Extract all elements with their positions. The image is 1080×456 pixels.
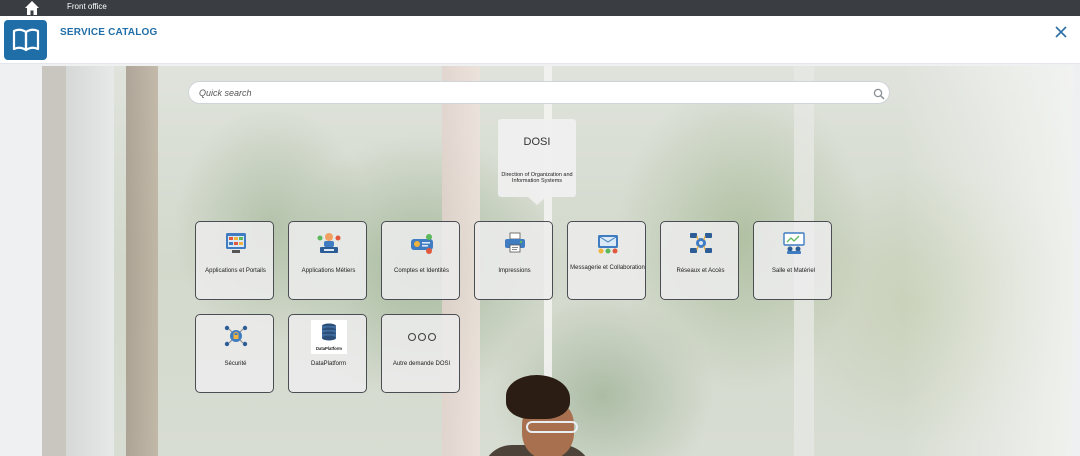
top-bar: Front office (0, 0, 1080, 16)
messaging-collaboration-icon (595, 230, 621, 256)
tile-salle-materiel[interactable]: Salle et Matériel (753, 221, 832, 300)
tile-label: Salle et Matériel (771, 268, 816, 274)
tile-applications-metiers[interactable]: Applications Métiers (288, 221, 367, 300)
tile-reseaux-acces[interactable]: Réseaux et Accès (660, 221, 739, 300)
dosi-card[interactable]: DOSI Direction of Organization and Infor… (498, 119, 576, 205)
tile-label: Autre demande DOSI (392, 361, 451, 367)
tile-label: Réseaux et Accès (676, 268, 725, 274)
search-input[interactable] (199, 85, 859, 101)
search-icon[interactable] (873, 87, 885, 100)
page-header: SERVICE CATALOG (0, 16, 1080, 64)
security-icon (223, 323, 249, 349)
page-title: SERVICE CATALOG (60, 27, 158, 38)
home-icon[interactable] (24, 0, 40, 16)
applications-portals-icon (223, 230, 249, 256)
tile-label: Applications Métiers (301, 268, 356, 274)
tile-label: Sécurité (224, 361, 247, 367)
accounts-identities-icon (409, 230, 435, 256)
dosi-name: DOSI (523, 136, 551, 148)
business-applications-icon (316, 230, 342, 256)
tile-dataplatform[interactable]: DataPlatform DataPlatform (288, 314, 367, 393)
tile-comptes-identites[interactable]: Comptes et Identités (381, 221, 460, 300)
front-office-link[interactable]: Front office (67, 2, 107, 11)
tile-autre-demande-dosi[interactable]: Autre demande DOSI (381, 314, 460, 393)
quick-search[interactable] (188, 81, 890, 104)
close-icon[interactable] (1053, 24, 1069, 40)
printer-icon (502, 230, 528, 256)
dataplatform-logo-text: DataPlatform (316, 346, 342, 351)
dosi-description: Direction of Organization and Informatio… (501, 172, 573, 184)
tile-messagerie-collaboration[interactable]: Messagerie et Collaboration (567, 221, 646, 300)
room-equipment-icon (781, 230, 807, 256)
network-access-icon (688, 230, 714, 256)
person-photo (462, 373, 592, 456)
tile-applications-portails[interactable]: Applications et Portails (195, 221, 274, 300)
dosi-pointer (528, 197, 546, 205)
dataplatform-icon: DataPlatform (311, 320, 347, 354)
tile-label: DataPlatform (310, 361, 346, 367)
tile-label: Messagerie et Collaboration (570, 265, 645, 271)
tile-label: Applications et Portails (205, 268, 266, 274)
tile-label: Impressions (498, 268, 531, 274)
tile-impressions[interactable]: Impressions (474, 221, 553, 300)
open-book-icon (4, 20, 47, 60)
more-icon (406, 330, 438, 342)
tile-securite[interactable]: Sécurité (195, 314, 274, 393)
tile-label: Comptes et Identités (393, 268, 450, 274)
